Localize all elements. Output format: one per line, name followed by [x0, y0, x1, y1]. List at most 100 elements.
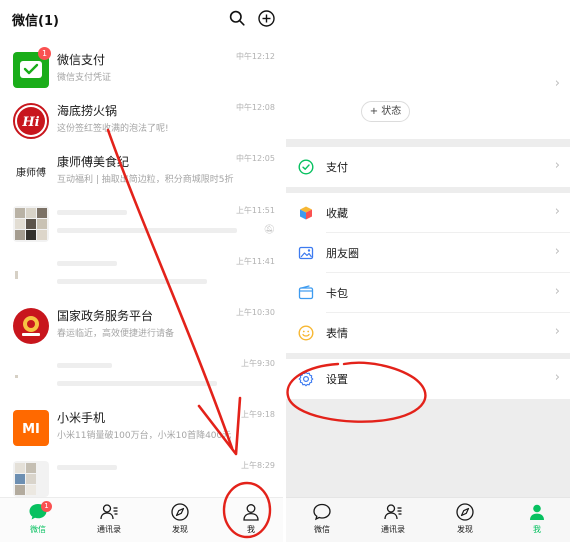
tab-discover[interactable]: 发现 — [155, 502, 205, 540]
chat-time: 上午10:30 — [235, 308, 275, 317]
me-screen: + 状态 › 支付 › 收藏 › 朋友圈 › 卡包 › 表情 › 设置 › 微信… — [286, 0, 570, 542]
tab-contacts[interactable]: 通讯录 — [84, 502, 134, 540]
national-emblem-icon — [22, 316, 40, 336]
chat-preview: 春运临近，高效便捷进行请备 — [57, 329, 175, 339]
haidilao-avatar: Hi — [13, 103, 49, 139]
chat-preview: 小米11销量破100万台，小米10首降400元 — [57, 431, 232, 441]
card-wallet-icon — [298, 285, 314, 300]
pay-icon — [298, 159, 314, 175]
chat-item-blurred[interactable]: 上午9:30 — [0, 351, 283, 402]
kangshifu-avatar: 康师傅 — [13, 154, 49, 190]
gov-service-avatar — [13, 308, 49, 344]
chat-time: 上午11:51 — [235, 206, 275, 215]
chat-time: 上午8:29 — [241, 461, 275, 470]
blurred-name — [57, 363, 112, 368]
blurred-preview — [57, 381, 217, 386]
chat-item-group-blurred[interactable]: 上午11:51 🔕︎ — [0, 198, 283, 249]
chat-time: 中午12:12 — [235, 52, 275, 61]
xiaomi-logo-icon: MI — [22, 422, 40, 437]
tab-label: 通讯录 — [381, 525, 405, 534]
group-avatar-grid-icon — [15, 208, 47, 240]
menu-label: 表情 — [326, 327, 348, 340]
bottom-tab-bar: 1 微信 通讯录 发现 我 — [0, 497, 283, 542]
group-avatar — [13, 206, 49, 242]
chat-item-haidilao[interactable]: Hi 海底捞火锅 这份签红签收满的泡法了呢! 中午12:08 — [0, 95, 283, 146]
blurred-preview — [57, 279, 207, 284]
chevron-right-icon: › — [554, 324, 560, 339]
tab-me[interactable]: 我 — [226, 502, 276, 540]
chat-item-blurred[interactable]: 上午11:41 — [0, 249, 283, 300]
tab-label: 发现 — [172, 525, 188, 534]
contact-avatar — [13, 257, 49, 293]
chevron-right-icon: › — [554, 284, 560, 299]
group-avatar-grid-icon — [15, 463, 36, 495]
unread-badge: 1 — [41, 501, 52, 512]
menu-item-card-wallet[interactable]: 卡包 › — [286, 273, 570, 313]
compass-icon — [171, 503, 189, 521]
contacts-icon — [384, 504, 402, 520]
menu-label: 设置 — [326, 373, 348, 386]
chat-item-wechat-pay[interactable]: 1 微信支付 微信支付凭证 中午12:12 — [0, 44, 283, 95]
menu-item-favorites[interactable]: 收藏 › — [286, 193, 570, 233]
tab-label: 微信 — [30, 525, 46, 534]
tab-chats[interactable]: 1 微信 — [13, 501, 63, 540]
chats-title: 微信(1) — [12, 14, 59, 29]
tab-me[interactable]: 我 — [512, 502, 562, 540]
menu-item-settings[interactable]: 设置 › — [286, 359, 570, 399]
blurred-preview — [57, 228, 237, 233]
menu-item-moments[interactable]: 朋友圈 › — [286, 233, 570, 273]
menu-label: 支付 — [326, 161, 348, 174]
chevron-right-icon: › — [554, 204, 560, 219]
chat-name: 微信支付 — [57, 53, 106, 67]
tab-label: 通讯录 — [97, 525, 121, 534]
chat-item-xiaomi[interactable]: MI 小米手机 小米11销量破100万台，小米10首降400元 上午9:18 — [0, 402, 283, 453]
menu-item-stickers[interactable]: 表情 › — [286, 313, 570, 353]
chat-name: 小米手机 — [57, 411, 106, 425]
chats-screen: 微信(1) 1 微信支付 微信支付凭证 中午12:12 Hi 海底捞火锅 这份签… — [0, 0, 283, 542]
tab-label: 发现 — [457, 525, 473, 534]
chevron-right-icon: › — [554, 244, 560, 259]
contact-avatar-icon — [15, 375, 18, 378]
chat-name: 国家政务服务平台 — [57, 309, 154, 323]
group-avatar — [13, 461, 49, 497]
chat-name: 海底捞火锅 — [57, 104, 118, 118]
contact-avatar — [13, 359, 49, 395]
chat-time: 上午9:30 — [241, 359, 275, 368]
person-icon — [530, 504, 544, 520]
blurred-name — [57, 261, 117, 266]
menu-label: 卡包 — [326, 287, 348, 300]
blurred-name — [57, 210, 127, 215]
tab-label: 微信 — [314, 525, 330, 534]
chevron-right-icon: › — [554, 158, 560, 173]
chat-item-kangshifu[interactable]: 康师傅 康师傅美食纪 互动福利 | 抽取出简边粒，积分商城限时5折 中午12:0… — [0, 146, 283, 197]
menu-item-pay[interactable]: 支付 › — [286, 147, 570, 187]
tab-label: 我 — [533, 525, 541, 534]
chat-item-gov-service[interactable]: 国家政务服务平台 春运临近，高效便捷进行请备 上午10:30 — [0, 300, 283, 351]
tab-chats[interactable]: 微信 — [297, 502, 347, 540]
profile-header[interactable]: + 状态 › — [286, 0, 570, 139]
mute-bell-icon: 🔕︎ — [263, 225, 275, 235]
chat-time: 上午9:18 — [241, 410, 275, 419]
compass-icon — [456, 503, 474, 521]
contacts-icon — [100, 504, 118, 520]
chat-time: 上午11:41 — [235, 257, 275, 266]
chat-preview: 这份签红签收满的泡法了呢! — [57, 124, 169, 134]
tab-discover[interactable]: 发现 — [440, 502, 490, 540]
chat-preview: 微信支付凭证 — [57, 73, 112, 83]
chat-name: 康师傅美食纪 — [57, 155, 130, 169]
unread-badge: 1 — [38, 47, 51, 60]
tab-label: 我 — [247, 525, 255, 534]
chat-time: 中午12:05 — [235, 154, 275, 163]
menu-label: 收藏 — [326, 207, 348, 220]
add-status-button[interactable]: + 状态 — [361, 101, 410, 122]
gear-icon — [298, 371, 314, 387]
kangshifu-logo-text: 康师傅 — [16, 166, 46, 179]
add-plus-icon[interactable] — [258, 10, 275, 27]
chevron-right-icon: › — [554, 370, 560, 385]
profile-chevron-icon: › — [554, 76, 560, 91]
search-icon[interactable] — [229, 10, 245, 26]
blurred-name — [57, 465, 117, 470]
moments-photo-icon — [298, 246, 314, 260]
contact-avatar-icon — [15, 271, 18, 279]
tab-contacts[interactable]: 通讯录 — [368, 502, 418, 540]
